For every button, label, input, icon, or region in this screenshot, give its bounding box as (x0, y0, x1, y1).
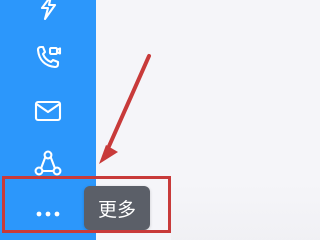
more-dots-icon (36, 211, 60, 217)
more-tooltip: 更多 (84, 186, 150, 230)
mail-icon[interactable] (33, 96, 63, 126)
video-call-icon[interactable] (33, 43, 63, 73)
more-button[interactable] (30, 202, 66, 226)
power-icon[interactable] (34, 0, 62, 22)
bottom-shadow (171, 183, 320, 240)
share-icon[interactable] (32, 149, 64, 181)
sidebar (0, 0, 96, 240)
screen: 更多 (0, 0, 320, 240)
more-tooltip-label: 更多 (97, 198, 136, 221)
